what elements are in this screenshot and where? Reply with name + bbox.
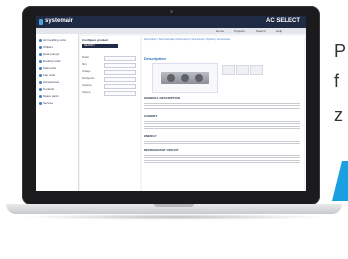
section-heading: GENERAL DESCRIPTION: [144, 96, 180, 100]
search-button[interactable]: SEARCH: [82, 44, 118, 48]
category-icon: [39, 73, 42, 77]
image-thumbnails: [220, 63, 300, 91]
fan-icon: [181, 74, 189, 82]
category-icon: [39, 87, 42, 91]
form-row: Refrigerant: [82, 77, 138, 82]
form-row: Capacity: [82, 84, 138, 89]
laptop-screen: systemair AC SELECT Home Projects Search…: [36, 16, 306, 191]
laptop-notch: [154, 204, 194, 207]
capacity-input[interactable]: [104, 84, 136, 89]
content-title: Description: [144, 56, 167, 61]
field-label: Refrigerant: [82, 77, 95, 80]
sidebar-item-label: Split units: [43, 66, 57, 70]
text-placeholder: [144, 101, 300, 109]
size-select[interactable]: [104, 63, 136, 68]
sidebar-item[interactable]: Spare parts: [39, 94, 59, 98]
nav-item-help[interactable]: Help: [276, 29, 282, 33]
field-label: Model: [82, 56, 89, 59]
sidebar-item-label: Accessories: [43, 80, 60, 84]
category-icon: [39, 80, 42, 84]
sidebar-item-label: Air handling units: [43, 38, 67, 42]
section-heading: CABINET: [144, 114, 158, 118]
sidebar-item-label: Spare parts: [43, 94, 59, 98]
voltage-select[interactable]: [104, 70, 136, 75]
laptop-base: [6, 204, 342, 214]
sidebar-item-label: Rooftop units: [43, 59, 61, 63]
laptop-shadow: [20, 214, 328, 220]
model-select[interactable]: [104, 56, 136, 61]
accent-shape-icon: [332, 161, 348, 201]
content-tabs[interactable]: Description | Technical data | Dimension…: [144, 38, 302, 41]
options-select[interactable]: [104, 91, 136, 96]
thumbnail[interactable]: [222, 65, 235, 75]
category-icon: [39, 101, 42, 105]
fan-icon: [167, 74, 175, 82]
sidebar-item[interactable]: Rooftop units: [39, 59, 61, 63]
sidebar-item[interactable]: Fan coils: [39, 73, 55, 77]
sidebar-item-label: Service: [43, 101, 54, 105]
nav-item-projects[interactable]: Projects: [234, 29, 245, 33]
form-row: Voltage: [82, 70, 138, 75]
thumbnail[interactable]: [250, 65, 263, 75]
sidebar-item-label: Chillers: [43, 45, 54, 49]
fan-icon: [195, 74, 203, 82]
sidebar-item[interactable]: Controls: [39, 87, 54, 91]
product-detail: Description | Technical data | Dimension…: [142, 36, 304, 191]
form-row: Size: [82, 63, 138, 68]
camera-icon: [170, 10, 173, 13]
field-label: Capacity: [82, 84, 92, 87]
sidebar-item[interactable]: Chillers: [39, 45, 53, 49]
sidebar-item[interactable]: Split units: [39, 66, 56, 70]
sidebar-item[interactable]: Heat pumps: [39, 52, 59, 56]
field-label: Voltage: [82, 70, 91, 73]
section-heading: REFRIGERANT CIRCUIT: [144, 148, 179, 152]
text-placeholder: [144, 119, 300, 129]
brand-name: systemair: [45, 18, 74, 24]
app-title: AC SELECT: [265, 18, 300, 24]
thumbnail[interactable]: [236, 65, 249, 75]
cropped-text-line: f: [334, 71, 340, 91]
section-heading: ENERGY: [144, 134, 157, 138]
sidebar-item-label: Fan coils: [43, 73, 56, 77]
cropped-text-line: P: [334, 41, 347, 61]
sidebar-item-label: Heat pumps: [43, 52, 60, 56]
brand-logo-icon: [39, 19, 43, 25]
category-icon: [39, 66, 42, 70]
refrigerant-select[interactable]: [104, 77, 136, 82]
nav-item-search[interactable]: Search: [256, 29, 266, 33]
form-row: Options: [82, 91, 138, 96]
configuration-form: Configure product SEARCH Model Size Volt…: [80, 36, 140, 191]
nav-item-home[interactable]: Home: [216, 29, 224, 33]
field-label: Options: [82, 91, 91, 94]
form-row: Model: [82, 56, 138, 61]
sidebar-item[interactable]: Air handling units: [39, 38, 66, 42]
sidebar: Air handling units Chillers Heat pumps R…: [36, 34, 79, 191]
product-image: [152, 63, 218, 93]
app-topbar: systemair AC SELECT: [36, 16, 306, 28]
category-icon: [39, 52, 42, 56]
cropped-text-line: z: [334, 105, 343, 125]
sidebar-item[interactable]: Accessories: [39, 80, 59, 84]
text-placeholder: [144, 153, 300, 163]
category-icon: [39, 94, 42, 98]
sidebar-item-label: Controls: [43, 87, 55, 91]
field-label: Size: [82, 63, 87, 66]
text-placeholder: [144, 139, 300, 144]
category-icon: [39, 59, 42, 63]
laptop-lid: systemair AC SELECT Home Projects Search…: [22, 6, 320, 205]
category-icon: [39, 38, 42, 42]
category-icon: [39, 45, 42, 49]
form-title: Configure product: [82, 38, 109, 42]
sidebar-item[interactable]: Service: [39, 101, 53, 105]
